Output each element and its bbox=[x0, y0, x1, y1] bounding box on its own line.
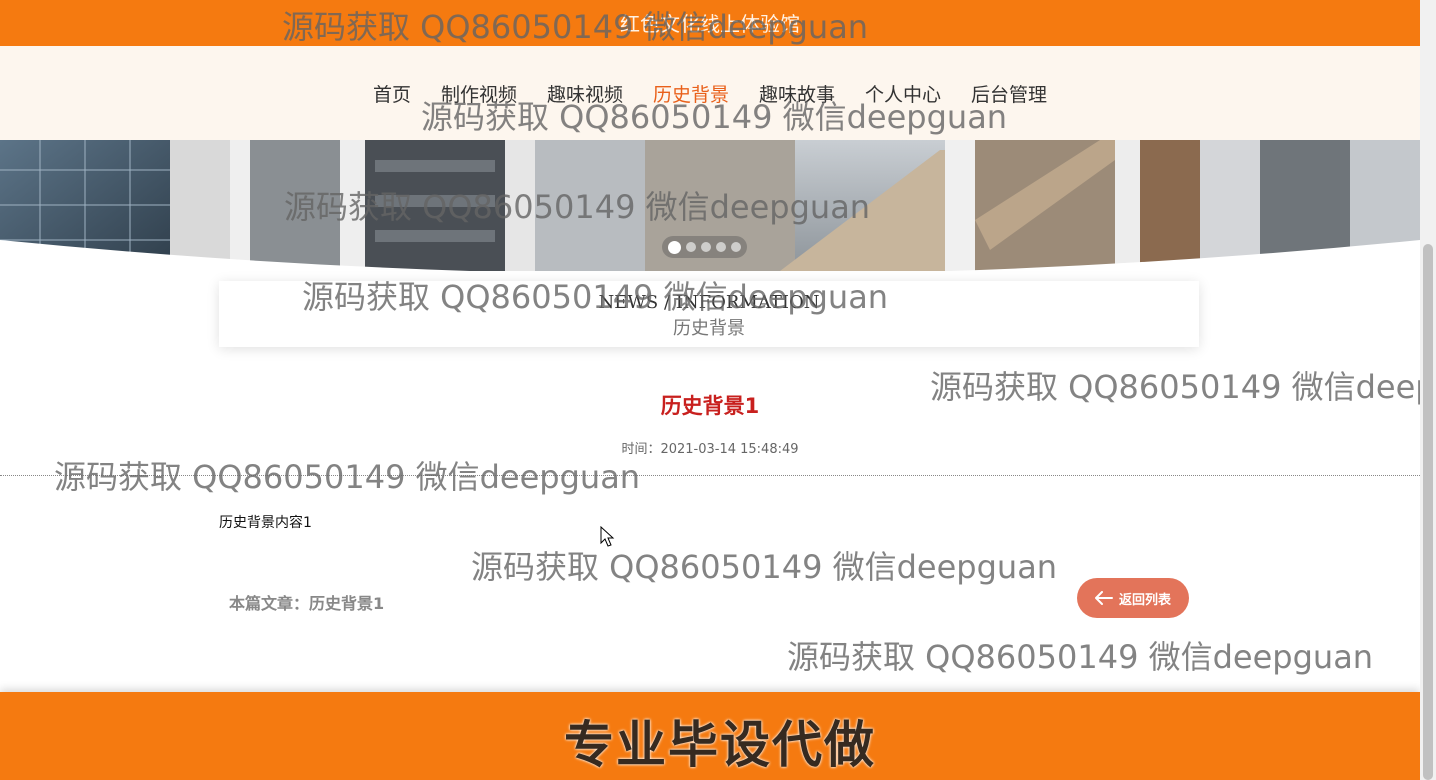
arrow-left-icon bbox=[1094, 591, 1113, 605]
carousel-dot[interactable] bbox=[668, 240, 681, 254]
current-article-label: 本篇文章：历史背景1 bbox=[229, 594, 385, 613]
back-to-list-label: 返回列表 bbox=[1118, 592, 1171, 608]
nav-item-personal-center[interactable]: 个人中心 bbox=[865, 80, 941, 107]
site-title: 红色文化线上体验馆 bbox=[620, 12, 800, 36]
section-title-cn: 历史背景 bbox=[673, 318, 745, 339]
main-nav: 首页 制作视频 趣味视频 历史背景 趣味故事 个人中心 后台管理 bbox=[0, 80, 1420, 107]
footer-banner-text: 专业毕设代做 bbox=[564, 716, 876, 774]
carousel-dot[interactable] bbox=[686, 242, 696, 252]
article-body: 历史背景内容1 bbox=[219, 515, 312, 531]
article-title: 历史背景1 bbox=[660, 394, 760, 418]
mouse-cursor-icon bbox=[600, 526, 615, 547]
nav-item-fun-video[interactable]: 趣味视频 bbox=[547, 80, 623, 107]
scrollbar-thumb[interactable] bbox=[1423, 244, 1433, 780]
nav-item-make-video[interactable]: 制作视频 bbox=[441, 80, 517, 107]
nav-item-home[interactable]: 首页 bbox=[373, 80, 411, 107]
nav-item-admin[interactable]: 后台管理 bbox=[971, 80, 1047, 107]
carousel-dot[interactable] bbox=[731, 242, 741, 252]
watermark: 源码获取 QQ86050149 微信deepguan bbox=[471, 548, 1058, 586]
nav-item-history[interactable]: 历史背景 bbox=[653, 80, 729, 107]
carousel-dot[interactable] bbox=[701, 242, 711, 252]
section-title-en: NEWS / INFORMATION bbox=[598, 292, 820, 313]
nav-item-fun-story[interactable]: 趣味故事 bbox=[759, 80, 835, 107]
page: 红色文化线上体验馆 首页 制作视频 趣味视频 历史背景 趣味故事 个人中心 后台… bbox=[0, 0, 1420, 780]
carousel-dot[interactable] bbox=[716, 242, 726, 252]
article-time: 时间：2021-03-14 15:48:49 bbox=[621, 442, 799, 457]
divider bbox=[0, 475, 1420, 476]
section-header-card: NEWS / INFORMATION 历史背景 bbox=[219, 281, 1199, 347]
carousel-indicators bbox=[662, 236, 747, 258]
watermark: 源码获取 QQ86050149 微信deepguan bbox=[787, 638, 1374, 676]
top-bar: 红色文化线上体验馆 bbox=[0, 0, 1420, 46]
back-to-list-button[interactable]: 返回列表 bbox=[1077, 578, 1189, 618]
